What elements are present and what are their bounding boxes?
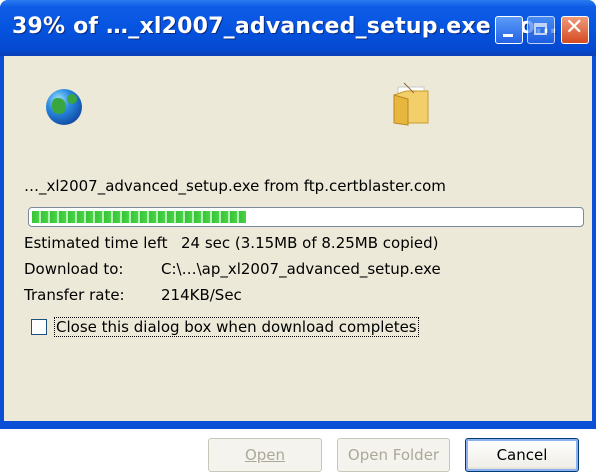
open-folder-button-label: Open Folder	[347, 446, 440, 464]
open-folder-button: Open Folder	[337, 438, 450, 472]
source-file-text: …_xl2007_advanced_setup.exe from ftp.cer…	[24, 177, 446, 195]
open-button-label: Open	[244, 446, 286, 464]
open-button: Open	[208, 438, 322, 472]
download-to-value: C:\…\ap_xl2007_advanced_setup.exe	[161, 260, 441, 278]
cancel-button[interactable]: Cancel	[465, 438, 579, 472]
window-border-right	[592, 56, 596, 429]
window-title: 39% of …_xl2007_advanced_setup.exe fro…	[12, 14, 558, 39]
download-dialog: 39% of …_xl2007_advanced_setup.exe fro… …	[0, 0, 596, 472]
maximize-icon	[527, 16, 555, 44]
close-glyph: ✕	[565, 15, 584, 40]
title-bar[interactable]: 39% of …_xl2007_advanced_setup.exe fro… …	[0, 0, 596, 56]
estimated-time-value: 24 sec (3.15MB of 8.25MB copied)	[181, 234, 439, 252]
minimize-icon[interactable]	[495, 16, 523, 44]
close-icon[interactable]: ✕	[561, 15, 589, 44]
download-progress-bar	[28, 207, 584, 227]
download-to-label: Download to:	[24, 260, 124, 278]
globe-icon	[46, 89, 82, 125]
close-when-done-checkbox[interactable]	[31, 319, 47, 335]
transfer-rate-label: Transfer rate:	[24, 286, 125, 304]
close-when-done-label[interactable]: Close this dialog box when download comp…	[54, 317, 419, 337]
cancel-button-label: Cancel	[496, 446, 548, 464]
estimated-time-label: Estimated time left	[24, 234, 168, 252]
window-border-bottom	[0, 421, 596, 429]
progress-fill	[32, 211, 246, 223]
folder-icon	[393, 82, 429, 126]
dialog-body: …_xl2007_advanced_setup.exe from ftp.cer…	[4, 56, 592, 472]
transfer-rate-value: 214KB/Sec	[161, 286, 242, 304]
